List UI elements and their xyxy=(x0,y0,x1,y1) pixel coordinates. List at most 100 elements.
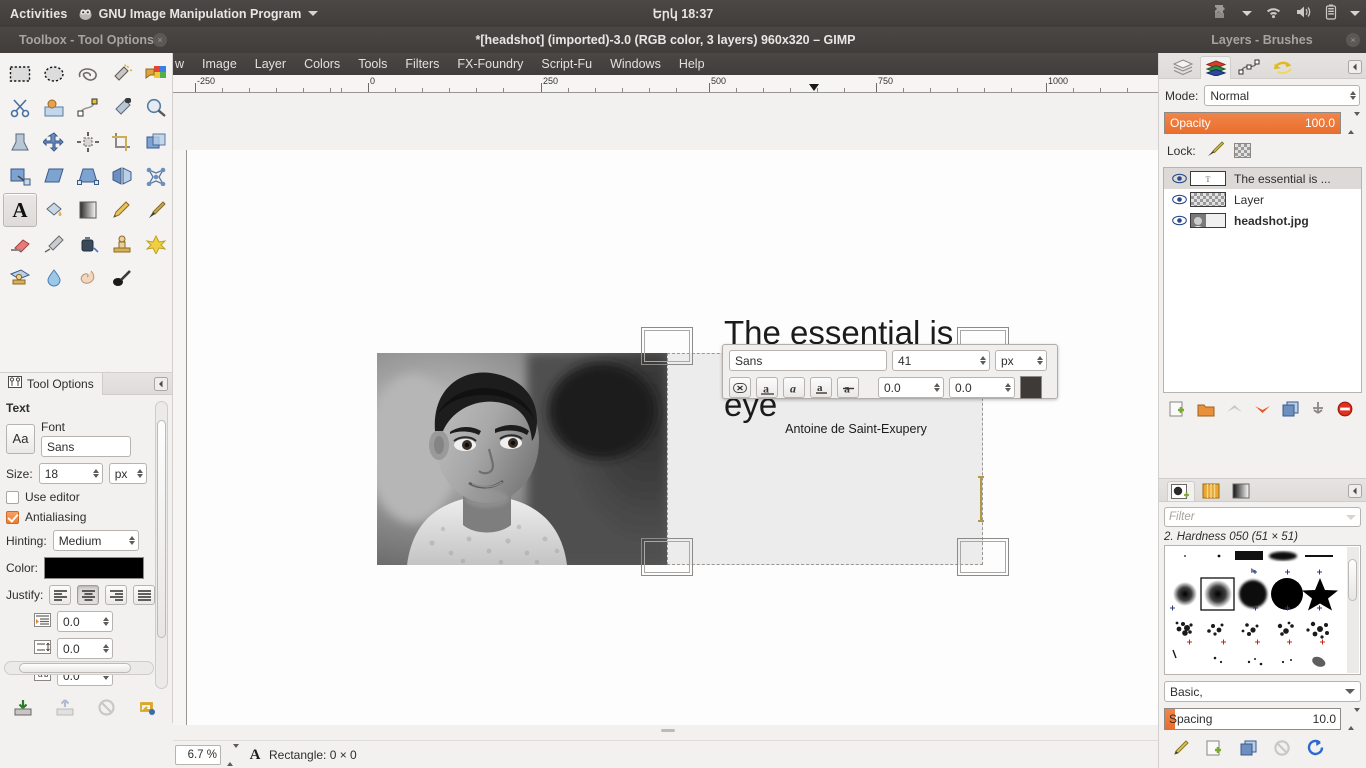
airbrush-tool[interactable] xyxy=(37,227,71,261)
collapse-left-icon[interactable] xyxy=(1348,60,1362,74)
size-unit-stepper[interactable] xyxy=(136,469,144,478)
text-toolbar-unit-stepper[interactable] xyxy=(1037,356,1044,365)
clear-style-button[interactable] xyxy=(729,377,751,398)
hinting-select[interactable]: Medium xyxy=(52,530,139,551)
text-toolbar-unit-select[interactable]: px xyxy=(995,350,1047,371)
ellipse-select-tool[interactable] xyxy=(37,57,71,91)
line-spacing-input[interactable]: 0.0 xyxy=(57,638,113,659)
new-layer-button[interactable] xyxy=(1169,401,1186,420)
menu-item-filters[interactable]: Filters xyxy=(396,53,448,75)
foreground-select-tool[interactable] xyxy=(37,91,71,125)
strikethrough-button[interactable]: a xyxy=(837,377,859,398)
text-handle-bottom-left[interactable] xyxy=(641,538,693,576)
chevron-down-icon[interactable] xyxy=(1350,11,1360,16)
bucket-fill-tool[interactable] xyxy=(37,193,71,227)
cage-transform-tool[interactable] xyxy=(139,159,173,193)
use-editor-checkbox[interactable] xyxy=(6,490,19,504)
measure-tool[interactable] xyxy=(3,125,37,159)
line-spacing-stepper[interactable] xyxy=(103,644,110,653)
layer-list[interactable]: T The essential is ... Layer headshot.jp… xyxy=(1163,167,1362,393)
tool-options-scrollbar[interactable] xyxy=(155,401,168,689)
canvas[interactable]: The essential is invisible to the eye An… xyxy=(187,150,1158,762)
vertical-ruler[interactable] xyxy=(173,150,187,762)
size-unit-select[interactable]: px xyxy=(108,463,147,484)
edit-brush-button[interactable] xyxy=(1171,739,1189,759)
horizontal-ruler[interactable]: -250 0 250 500 750 1000 xyxy=(173,75,1158,93)
menu-item-fx-foundry[interactable]: FX-Foundry xyxy=(448,53,532,75)
justify-fill-button[interactable] xyxy=(133,585,156,605)
menu-item-help[interactable]: Help xyxy=(670,53,714,75)
ink-tool[interactable] xyxy=(71,227,105,261)
blend-mode-stepper[interactable] xyxy=(1350,91,1357,100)
app-menu[interactable]: GNU Image Manipulation Program xyxy=(78,7,319,21)
layer-visibility-icon[interactable] xyxy=(1168,194,1190,205)
indent-input[interactable]: 0.0 xyxy=(57,611,113,632)
perspective-clone-tool[interactable] xyxy=(3,261,37,295)
brush-grid[interactable] xyxy=(1164,545,1361,675)
color-picker-tool[interactable] xyxy=(105,91,139,125)
wifi-icon[interactable] xyxy=(1265,5,1282,22)
scrollbar-thumb[interactable] xyxy=(157,420,166,638)
underline-button[interactable]: a xyxy=(810,377,832,398)
activities-button[interactable]: Activities xyxy=(0,7,78,21)
new-layer-group-button[interactable] xyxy=(1197,402,1215,420)
brushes-tab[interactable] xyxy=(1167,481,1195,501)
smudge-tool[interactable] xyxy=(71,261,105,295)
kerning-stepper[interactable] xyxy=(1005,383,1012,392)
chevron-down-icon[interactable] xyxy=(1346,514,1356,520)
lock-pixels-icon[interactable] xyxy=(1206,141,1224,160)
text-handle-bottom-right[interactable] xyxy=(957,538,1009,576)
layers-tab[interactable] xyxy=(1167,56,1198,79)
hscrollbar-thumb[interactable] xyxy=(661,729,675,732)
delete-tool-preset-button[interactable] xyxy=(98,699,115,719)
text-toolbar-baseline-input[interactable]: 0.0 xyxy=(878,377,944,398)
gradients-tab[interactable] xyxy=(1227,481,1255,501)
delete-layer-button[interactable] xyxy=(1337,401,1353,420)
menu-item-colors[interactable]: Colors xyxy=(295,53,349,75)
headshot-photo[interactable] xyxy=(377,353,667,565)
menu-item-image[interactable]: Image xyxy=(193,53,246,75)
spacing-stepper[interactable] xyxy=(1348,708,1360,730)
undo-history-tab[interactable] xyxy=(1266,56,1297,79)
scrollbar-thumb[interactable] xyxy=(1348,559,1357,601)
size-input[interactable]: 18 xyxy=(38,463,103,484)
fuzzy-select-tool[interactable] xyxy=(105,57,139,91)
indent-stepper[interactable] xyxy=(103,617,110,626)
bold-button[interactable]: a xyxy=(756,377,778,398)
tool-options-hscrollbar[interactable] xyxy=(4,661,154,675)
spacing-slider[interactable]: Spacing 10.0 xyxy=(1164,708,1341,730)
layer-visibility-icon[interactable] xyxy=(1168,215,1190,226)
shear-tool[interactable] xyxy=(37,159,71,193)
brush-filter-input[interactable]: Filter xyxy=(1164,507,1361,527)
pencil-tool[interactable] xyxy=(105,193,139,227)
paths-tool[interactable] xyxy=(71,91,105,125)
brush-grid-scrollbar[interactable] xyxy=(1347,547,1359,673)
channels-tab[interactable] xyxy=(1200,55,1231,79)
lower-layer-button[interactable] xyxy=(1254,403,1271,418)
close-icon[interactable]: × xyxy=(1346,33,1360,47)
font-preview-button[interactable]: Aa xyxy=(6,423,35,454)
zoom-stepper[interactable] xyxy=(227,743,239,766)
zoom-tool[interactable] xyxy=(139,91,173,125)
tab-tool-options[interactable]: Tool Options xyxy=(0,372,103,395)
scissors-select-tool[interactable] xyxy=(3,91,37,125)
move-tool[interactable] xyxy=(37,125,71,159)
restore-tool-preset-button[interactable] xyxy=(56,699,74,719)
align-tool[interactable] xyxy=(71,125,105,159)
justify-left-button[interactable] xyxy=(49,585,72,605)
reset-tool-options-button[interactable] xyxy=(139,699,157,719)
text-toolbar-color-swatch[interactable] xyxy=(1020,376,1042,399)
use-editor-row[interactable]: Use editor xyxy=(6,490,172,504)
layer-row-text[interactable]: T The essential is ... xyxy=(1164,168,1361,189)
flip-tool[interactable] xyxy=(105,159,139,193)
close-icon[interactable]: × xyxy=(153,33,167,47)
collapse-left-icon[interactable] xyxy=(1348,484,1362,498)
free-select-tool[interactable] xyxy=(71,57,105,91)
menu-item-layer[interactable]: Layer xyxy=(246,53,295,75)
dodge-burn-tool[interactable] xyxy=(105,261,139,295)
volume-icon[interactable] xyxy=(1295,5,1312,22)
select-by-color-tool[interactable] xyxy=(139,57,173,91)
battery-icon[interactable] xyxy=(1325,4,1337,23)
italic-button[interactable]: a xyxy=(783,377,805,398)
opacity-stepper[interactable] xyxy=(1348,112,1360,134)
